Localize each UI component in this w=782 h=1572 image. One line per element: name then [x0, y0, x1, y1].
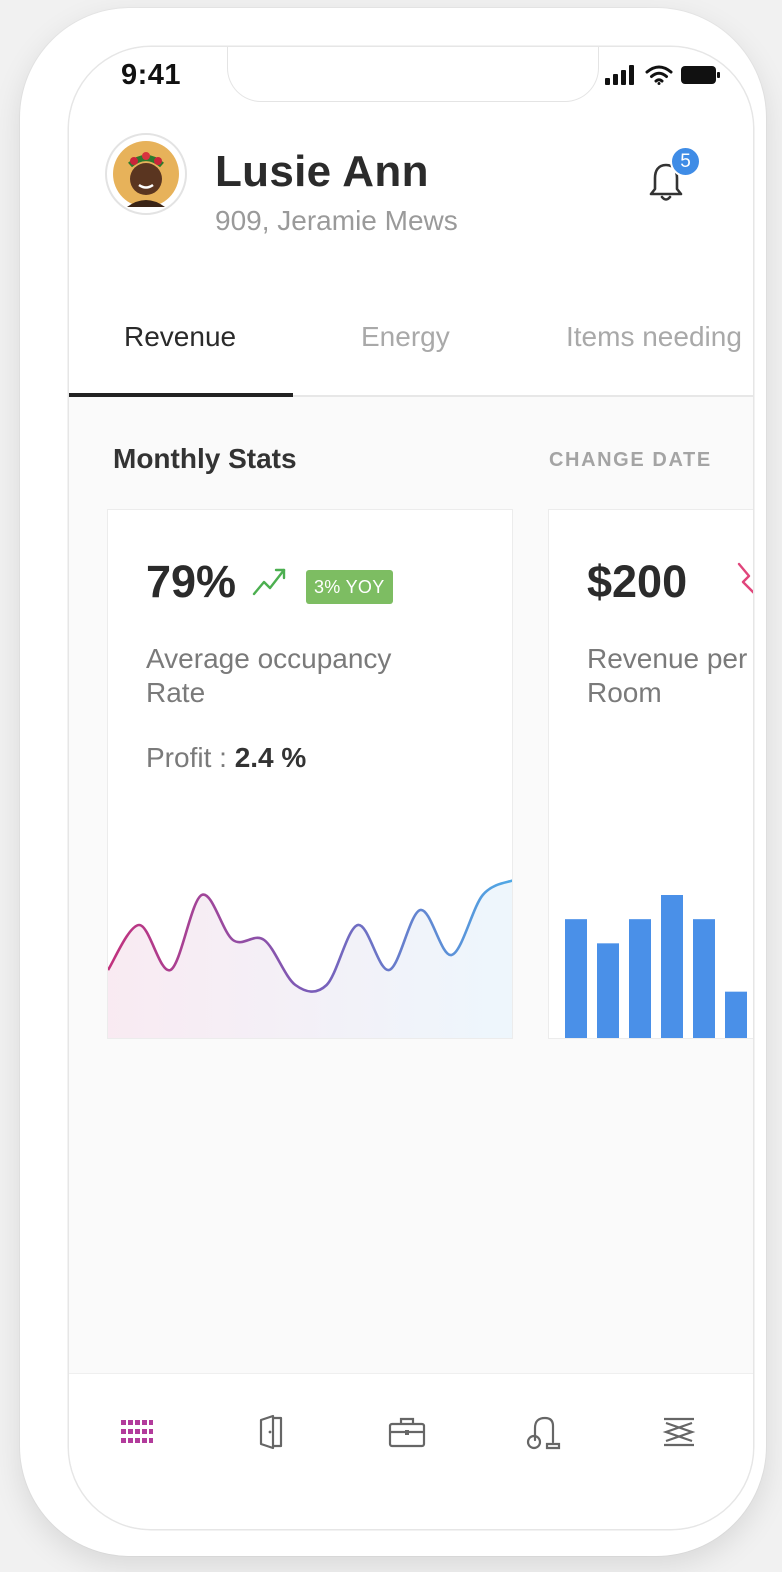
bar [693, 919, 715, 1038]
status-time: 9:41 [121, 59, 182, 91]
bar [725, 991, 747, 1038]
tab-revenue[interactable]: Revenue [124, 321, 236, 353]
stat-description: Revenue per Room [587, 643, 748, 708]
profit-label: Profit : [146, 742, 235, 773]
occupancy-area-chart [108, 879, 512, 1038]
nav-item-housekeeping[interactable] [517, 1406, 569, 1458]
door-icon [259, 1414, 283, 1450]
battery-icon [681, 66, 720, 84]
vacuum-icon [526, 1416, 561, 1450]
trend-down-icon [737, 562, 753, 594]
user-address: 909, Jeramie Mews [215, 205, 458, 236]
phone-frame: 9:41 Lusie Ann 909, Jeramie Mews 5 Reven… [20, 8, 766, 1556]
bottom-navigation [69, 1373, 753, 1529]
revenue-bar-chart [565, 895, 747, 1038]
nav-item-rooms[interactable] [245, 1406, 297, 1458]
stat-card-occupancy[interactable]: 79% 3% YOY Average occupancy Rate Profit… [107, 509, 513, 1039]
lift-icon [662, 1417, 696, 1447]
stat-value: $200 [587, 556, 688, 607]
grid-icon [121, 1420, 153, 1443]
notification-badge: 5 [670, 146, 701, 177]
yoy-badge: 3% YOY [306, 570, 393, 604]
wifi-icon [645, 65, 673, 85]
avatar-photo [113, 141, 179, 207]
bar [661, 895, 683, 1038]
change-date-button[interactable]: CHANGE DATE [549, 449, 712, 472]
briefcase-icon [388, 1417, 426, 1448]
nav-item-dashboard[interactable] [111, 1406, 163, 1458]
stat-value: 79% [146, 556, 237, 607]
status-icons [605, 65, 721, 85]
section-title: Monthly Stats [113, 443, 297, 474]
nav-item-maintenance[interactable] [653, 1406, 705, 1458]
avatar[interactable] [105, 133, 187, 215]
profit-value: 2.4 % [234, 742, 307, 773]
tab-energy[interactable]: Energy [361, 321, 450, 353]
trend-up-icon [252, 568, 286, 596]
bar [597, 943, 619, 1038]
profit-line: Profit : 2.4 % [146, 742, 306, 774]
active-tab-indicator [69, 393, 293, 397]
cellular-signal-icon [605, 65, 634, 85]
area-fill [108, 880, 512, 1038]
stat-card-revenue-per-room[interactable]: $200 Revenue per Room [548, 509, 753, 1039]
device-notch [227, 47, 599, 102]
user-name: Lusie Ann [215, 147, 429, 196]
bar [565, 919, 587, 1038]
nav-item-business[interactable] [381, 1406, 433, 1458]
bar [629, 919, 651, 1038]
stat-description: Average occupancy Rate [146, 643, 392, 708]
tab-items-needing[interactable]: Items needing [566, 321, 742, 353]
tab-bar: Revenue Energy Items needing [69, 297, 753, 397]
app-screen: 9:41 Lusie Ann 909, Jeramie Mews 5 Reven… [69, 47, 753, 1529]
